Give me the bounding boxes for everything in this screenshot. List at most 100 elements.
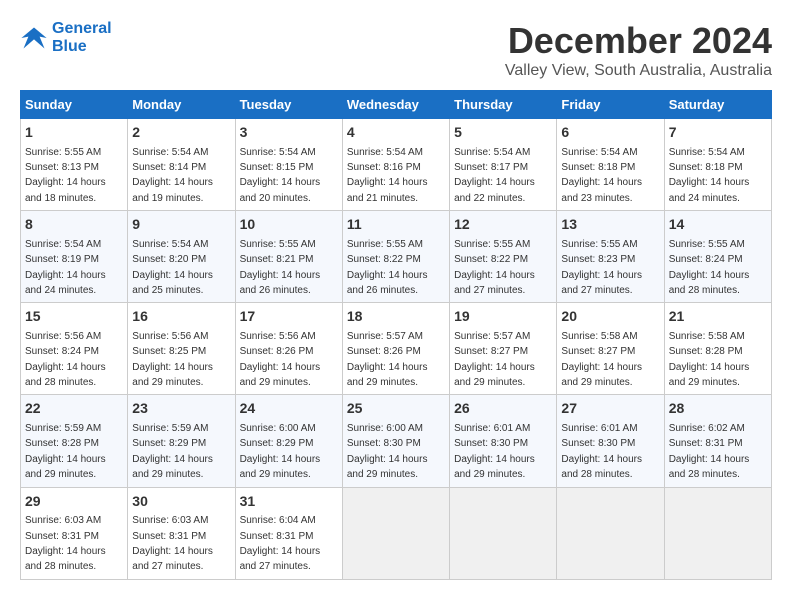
calendar-cell: 15Sunrise: 5:56 AMSunset: 8:24 PMDayligh… bbox=[21, 303, 128, 395]
day-info: Sunrise: 5:54 AMSunset: 8:20 PMDaylight:… bbox=[132, 239, 213, 296]
header-tuesday: Tuesday bbox=[235, 91, 342, 119]
day-number: 8 bbox=[25, 215, 123, 235]
day-info: Sunrise: 5:54 AMSunset: 8:15 PMDaylight:… bbox=[240, 147, 321, 204]
logo-line1: General bbox=[52, 20, 112, 37]
logo-text: General Blue bbox=[52, 20, 112, 55]
day-info: Sunrise: 5:58 AMSunset: 8:28 PMDaylight:… bbox=[669, 331, 750, 388]
calendar-cell: 1Sunrise: 5:55 AMSunset: 8:13 PMDaylight… bbox=[21, 119, 128, 211]
day-number: 29 bbox=[25, 492, 123, 512]
day-info: Sunrise: 5:54 AMSunset: 8:17 PMDaylight:… bbox=[454, 147, 535, 204]
header-row: SundayMondayTuesdayWednesdayThursdayFrid… bbox=[21, 91, 772, 119]
calendar-cell: 16Sunrise: 5:56 AMSunset: 8:25 PMDayligh… bbox=[128, 303, 235, 395]
calendar-cell: 31Sunrise: 6:04 AMSunset: 8:31 PMDayligh… bbox=[235, 487, 342, 579]
day-info: Sunrise: 6:01 AMSunset: 8:30 PMDaylight:… bbox=[454, 423, 535, 480]
day-info: Sunrise: 6:00 AMSunset: 8:29 PMDaylight:… bbox=[240, 423, 321, 480]
day-info: Sunrise: 5:55 AMSunset: 8:22 PMDaylight:… bbox=[454, 239, 535, 296]
day-info: Sunrise: 5:55 AMSunset: 8:22 PMDaylight:… bbox=[347, 239, 428, 296]
day-number: 27 bbox=[561, 399, 659, 419]
day-number: 25 bbox=[347, 399, 445, 419]
day-info: Sunrise: 6:02 AMSunset: 8:31 PMDaylight:… bbox=[669, 423, 750, 480]
title-section: December 2024 Valley View, South Austral… bbox=[505, 20, 772, 80]
week-row-4: 22 Sunrise: 5:59 AMSunset: 8:28 PMDayligh… bbox=[21, 395, 772, 487]
day-number: 2 bbox=[132, 123, 230, 143]
calendar-cell: 8 Sunrise: 5:54 AMSunset: 8:19 PMDaylight… bbox=[21, 211, 128, 303]
calendar-cell bbox=[557, 487, 664, 579]
calendar-cell: 19 Sunrise: 5:57 AMSunset: 8:27 PMDayligh… bbox=[450, 303, 557, 395]
calendar-table: SundayMondayTuesdayWednesdayThursdayFrid… bbox=[20, 90, 772, 580]
calendar-cell: 9 Sunrise: 5:54 AMSunset: 8:20 PMDaylight… bbox=[128, 211, 235, 303]
day-number: 24 bbox=[240, 399, 338, 419]
day-info: Sunrise: 5:55 AMSunset: 8:21 PMDaylight:… bbox=[240, 239, 321, 296]
day-number: 10 bbox=[240, 215, 338, 235]
day-number: 31 bbox=[240, 492, 338, 512]
calendar-cell: 5Sunrise: 5:54 AMSunset: 8:17 PMDaylight… bbox=[450, 119, 557, 211]
day-info: Sunrise: 5:56 AMSunset: 8:24 PMDaylight:… bbox=[25, 331, 106, 388]
day-info: Sunrise: 5:54 AMSunset: 8:14 PMDaylight:… bbox=[132, 147, 213, 204]
calendar-cell: 4Sunrise: 5:54 AMSunset: 8:16 PMDaylight… bbox=[342, 119, 449, 211]
day-info: Sunrise: 5:58 AMSunset: 8:27 PMDaylight:… bbox=[561, 331, 642, 388]
day-number: 9 bbox=[132, 215, 230, 235]
day-info: Sunrise: 5:59 AMSunset: 8:29 PMDaylight:… bbox=[132, 423, 213, 480]
day-number: 17 bbox=[240, 307, 338, 327]
calendar-cell: 26 Sunrise: 6:01 AMSunset: 8:30 PMDayligh… bbox=[450, 395, 557, 487]
day-info: Sunrise: 5:57 AMSunset: 8:26 PMDaylight:… bbox=[347, 331, 428, 388]
calendar-cell: 20 Sunrise: 5:58 AMSunset: 8:27 PMDayligh… bbox=[557, 303, 664, 395]
calendar-cell: 21 Sunrise: 5:58 AMSunset: 8:28 PMDayligh… bbox=[664, 303, 771, 395]
day-info: Sunrise: 6:03 AMSunset: 8:31 PMDaylight:… bbox=[132, 515, 213, 572]
calendar-header: SundayMondayTuesdayWednesdayThursdayFrid… bbox=[21, 91, 772, 119]
week-row-1: 1Sunrise: 5:55 AMSunset: 8:13 PMDaylight… bbox=[21, 119, 772, 211]
calendar-cell: 3 Sunrise: 5:54 AMSunset: 8:15 PMDaylight… bbox=[235, 119, 342, 211]
calendar-body: 1Sunrise: 5:55 AMSunset: 8:13 PMDaylight… bbox=[21, 119, 772, 580]
day-number: 3 bbox=[240, 123, 338, 143]
header-friday: Friday bbox=[557, 91, 664, 119]
location-title: Valley View, South Australia, Australia bbox=[505, 62, 772, 80]
header-sunday: Sunday bbox=[21, 91, 128, 119]
day-number: 30 bbox=[132, 492, 230, 512]
day-info: Sunrise: 5:54 AMSunset: 8:19 PMDaylight:… bbox=[25, 239, 106, 296]
header-saturday: Saturday bbox=[664, 91, 771, 119]
calendar-cell: 30 Sunrise: 6:03 AMSunset: 8:31 PMDayligh… bbox=[128, 487, 235, 579]
calendar-cell: 17Sunrise: 5:56 AMSunset: 8:26 PMDayligh… bbox=[235, 303, 342, 395]
calendar-cell: 12Sunrise: 5:55 AMSunset: 8:22 PMDayligh… bbox=[450, 211, 557, 303]
header-thursday: Thursday bbox=[450, 91, 557, 119]
calendar-cell: 13Sunrise: 5:55 AMSunset: 8:23 PMDayligh… bbox=[557, 211, 664, 303]
calendar-cell bbox=[342, 487, 449, 579]
day-number: 1 bbox=[25, 123, 123, 143]
week-row-5: 29 Sunrise: 6:03 AMSunset: 8:31 PMDayligh… bbox=[21, 487, 772, 579]
header: General Blue December 2024 Valley View, … bbox=[20, 20, 772, 80]
week-row-2: 8 Sunrise: 5:54 AMSunset: 8:19 PMDaylight… bbox=[21, 211, 772, 303]
day-number: 23 bbox=[132, 399, 230, 419]
day-number: 19 bbox=[454, 307, 552, 327]
month-title: December 2024 bbox=[505, 20, 772, 62]
day-info: Sunrise: 6:03 AMSunset: 8:31 PMDaylight:… bbox=[25, 515, 106, 572]
calendar-cell: 10 Sunrise: 5:55 AMSunset: 8:21 PMDayligh… bbox=[235, 211, 342, 303]
day-info: Sunrise: 5:59 AMSunset: 8:28 PMDaylight:… bbox=[25, 423, 106, 480]
day-info: Sunrise: 5:54 AMSunset: 8:18 PMDaylight:… bbox=[669, 147, 750, 204]
day-number: 18 bbox=[347, 307, 445, 327]
calendar-cell: 27Sunrise: 6:01 AMSunset: 8:30 PMDayligh… bbox=[557, 395, 664, 487]
day-number: 26 bbox=[454, 399, 552, 419]
calendar-cell: 22 Sunrise: 5:59 AMSunset: 8:28 PMDayligh… bbox=[21, 395, 128, 487]
day-number: 4 bbox=[347, 123, 445, 143]
calendar-cell: 23 Sunrise: 5:59 AMSunset: 8:29 PMDayligh… bbox=[128, 395, 235, 487]
day-info: Sunrise: 5:57 AMSunset: 8:27 PMDaylight:… bbox=[454, 331, 535, 388]
day-number: 28 bbox=[669, 399, 767, 419]
day-number: 20 bbox=[561, 307, 659, 327]
calendar-cell: 11Sunrise: 5:55 AMSunset: 8:22 PMDayligh… bbox=[342, 211, 449, 303]
calendar-cell bbox=[664, 487, 771, 579]
calendar-cell: 6Sunrise: 5:54 AMSunset: 8:18 PMDaylight… bbox=[557, 119, 664, 211]
logo-line2: Blue bbox=[52, 38, 87, 55]
day-number: 14 bbox=[669, 215, 767, 235]
calendar-cell: 24 Sunrise: 6:00 AMSunset: 8:29 PMDayligh… bbox=[235, 395, 342, 487]
calendar-cell: 28 Sunrise: 6:02 AMSunset: 8:31 PMDayligh… bbox=[664, 395, 771, 487]
day-number: 7 bbox=[669, 123, 767, 143]
day-info: Sunrise: 5:55 AMSunset: 8:23 PMDaylight:… bbox=[561, 239, 642, 296]
logo-icon bbox=[20, 24, 48, 52]
day-number: 22 bbox=[25, 399, 123, 419]
day-number: 6 bbox=[561, 123, 659, 143]
calendar-cell: 18 Sunrise: 5:57 AMSunset: 8:26 PMDayligh… bbox=[342, 303, 449, 395]
header-monday: Monday bbox=[128, 91, 235, 119]
calendar-cell: 2 Sunrise: 5:54 AMSunset: 8:14 PMDaylight… bbox=[128, 119, 235, 211]
day-number: 16 bbox=[132, 307, 230, 327]
day-number: 21 bbox=[669, 307, 767, 327]
